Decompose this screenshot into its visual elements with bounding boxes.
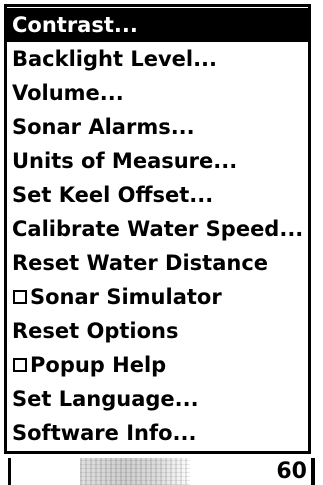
menu-item-volume[interactable]: Volume... [7,76,308,110]
popup-help-checkbox[interactable] [13,358,27,372]
depth-scale-label: 60 [276,459,307,484]
sonar-returns [80,458,190,485]
menu-item-label: Backlight Level... [12,47,218,71]
sonar-chart-strip: 60 [0,458,323,485]
menu-item-reset-options[interactable]: Reset Options [7,314,308,348]
menu-item-label: Calibrate Water Speed... [12,217,304,241]
menu-item-label: Volume... [12,81,124,105]
menu-item-sonar-simulator[interactable]: Sonar Simulator [7,280,308,314]
menu-item-sonar-alarms[interactable]: Sonar Alarms... [7,110,308,144]
menu-item-label: Sonar Alarms... [12,115,195,139]
system-setup-menu: Contrast... Backlight Level... Volume...… [4,4,311,454]
menu-item-contrast[interactable]: Contrast... [7,8,308,42]
menu-item-label: Reset Water Distance [12,251,269,275]
menu-item-set-language[interactable]: Set Language... [7,382,308,416]
menu-item-label: Popup Help [30,353,167,377]
menu-item-label: Reset Options [12,319,179,343]
menu-item-calibrate-water-speed[interactable]: Calibrate Water Speed... [7,212,308,246]
device-screen: Contrast... Backlight Level... Volume...… [0,0,323,485]
menu-item-units-of-measure[interactable]: Units of Measure... [7,144,308,178]
menu-item-set-keel-offset[interactable]: Set Keel Offset... [7,178,308,212]
menu-item-software-info[interactable]: Software Info... [7,416,308,450]
left-border [8,458,11,485]
menu-item-popup-help[interactable]: Popup Help [7,348,308,382]
menu-item-reset-water-distance[interactable]: Reset Water Distance [7,246,308,280]
right-border [311,458,315,485]
menu-item-label: Contrast... [12,13,138,37]
menu-item-label: Sonar Simulator [30,285,222,309]
menu-item-label: Units of Measure... [12,149,238,173]
menu-item-backlight-level[interactable]: Backlight Level... [7,42,308,76]
sonar-simulator-checkbox[interactable] [13,290,27,304]
menu-item-label: Software Info... [12,421,197,445]
menu-item-label: Set Language... [12,387,199,411]
menu-item-label: Set Keel Offset... [12,183,214,207]
